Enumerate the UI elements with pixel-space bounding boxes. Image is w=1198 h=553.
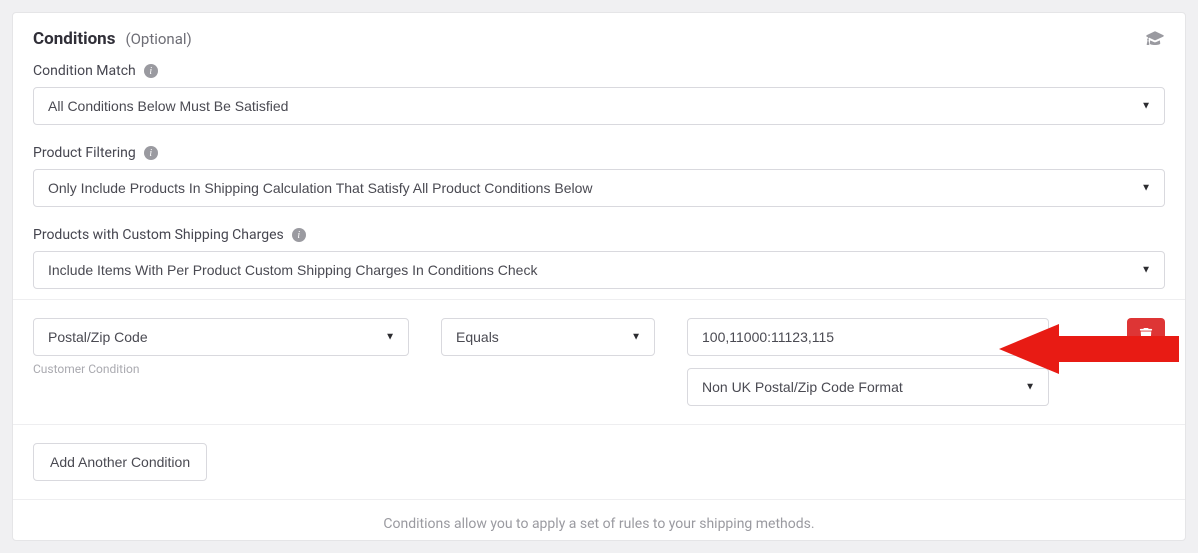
panel-title: Conditions (Optional) <box>33 29 192 49</box>
title-hint: (Optional) <box>125 30 191 48</box>
title-text: Conditions <box>33 29 115 49</box>
product-filtering-section: Product Filtering i Only Include Product… <box>13 135 1185 217</box>
custom-shipping-select[interactable]: Include Items With Per Product Custom Sh… <box>33 251 1165 289</box>
condition-value-input[interactable] <box>687 318 1049 356</box>
custom-shipping-section: Products with Custom Shipping Charges i … <box>13 217 1185 299</box>
panel-header: Conditions (Optional) <box>13 13 1185 53</box>
graduation-cap-icon[interactable] <box>1145 30 1165 49</box>
condition-operator-select[interactable]: Equals <box>441 318 655 356</box>
condition-format-select[interactable]: Non UK Postal/Zip Code Format <box>687 368 1049 406</box>
trash-icon <box>1139 328 1153 345</box>
condition-row: Postal/Zip Code ▼ Customer Condition Equ… <box>13 299 1185 424</box>
condition-match-section: Condition Match i All Conditions Below M… <box>13 53 1185 135</box>
condition-subject-hint: Customer Condition <box>33 362 409 376</box>
info-icon[interactable]: i <box>144 146 158 160</box>
info-icon[interactable]: i <box>292 228 306 242</box>
panel-footer: Conditions allow you to apply a set of r… <box>13 499 1185 540</box>
delete-condition-button[interactable] <box>1127 318 1165 354</box>
condition-match-select[interactable]: All Conditions Below Must Be Satisfied <box>33 87 1165 125</box>
product-filtering-label: Product Filtering <box>33 145 136 161</box>
condition-match-label: Condition Match <box>33 63 136 79</box>
product-filtering-select[interactable]: Only Include Products In Shipping Calcul… <box>33 169 1165 207</box>
footer-note: Conditions allow you to apply a set of r… <box>383 516 814 532</box>
custom-shipping-label: Products with Custom Shipping Charges <box>33 227 284 243</box>
add-condition-button[interactable]: Add Another Condition <box>33 443 207 481</box>
info-icon[interactable]: i <box>144 64 158 78</box>
add-condition-row: Add Another Condition <box>13 424 1185 499</box>
conditions-panel: Conditions (Optional) Condition Match i … <box>12 12 1186 541</box>
condition-subject-select[interactable]: Postal/Zip Code <box>33 318 409 356</box>
